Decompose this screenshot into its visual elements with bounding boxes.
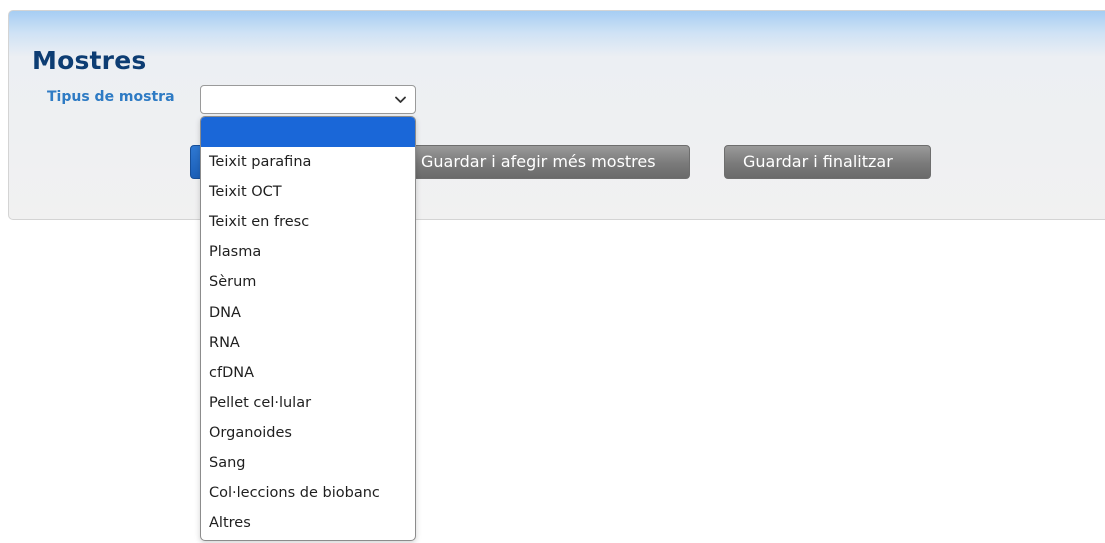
option-plasma[interactable]: Plasma [201, 237, 415, 267]
option-cfdna[interactable]: cfDNA [201, 358, 415, 388]
option-colleccions-biobanc[interactable]: Col·leccions de biobanc [201, 478, 415, 508]
sample-type-label: Tipus de mostra [47, 89, 175, 105]
option-pellet-cellular[interactable]: Pellet cel·lular [201, 388, 415, 418]
page-title: Mostres [32, 46, 147, 75]
sample-type-select[interactable] [200, 85, 416, 114]
samples-panel [8, 10, 1105, 220]
option-dna[interactable]: DNA [201, 298, 415, 328]
option-teixit-parafina[interactable]: Teixit parafina [201, 147, 415, 177]
save-finish-button[interactable]: Guardar i finalitzar [724, 145, 931, 179]
option-teixit-en-fresc[interactable]: Teixit en fresc [201, 207, 415, 237]
option-rna[interactable]: RNA [201, 328, 415, 358]
sample-type-dropdown[interactable]: Teixit parafina Teixit OCT Teixit en fre… [200, 116, 416, 541]
option-sang[interactable]: Sang [201, 448, 415, 478]
option-altres[interactable]: Altres [201, 508, 415, 538]
page: Mostres Tipus de mostra Guardar i afegir… [0, 0, 1105, 543]
save-add-more-button[interactable]: Guardar i afegir més mostres [390, 145, 690, 179]
option-organoides[interactable]: Organoides [201, 418, 415, 448]
chevron-down-icon [395, 96, 406, 103]
option-empty[interactable] [201, 117, 415, 148]
sample-type-options: Teixit parafina Teixit OCT Teixit en fre… [201, 117, 415, 538]
option-serum[interactable]: Sèrum [201, 267, 415, 297]
option-teixit-oct[interactable]: Teixit OCT [201, 177, 415, 207]
